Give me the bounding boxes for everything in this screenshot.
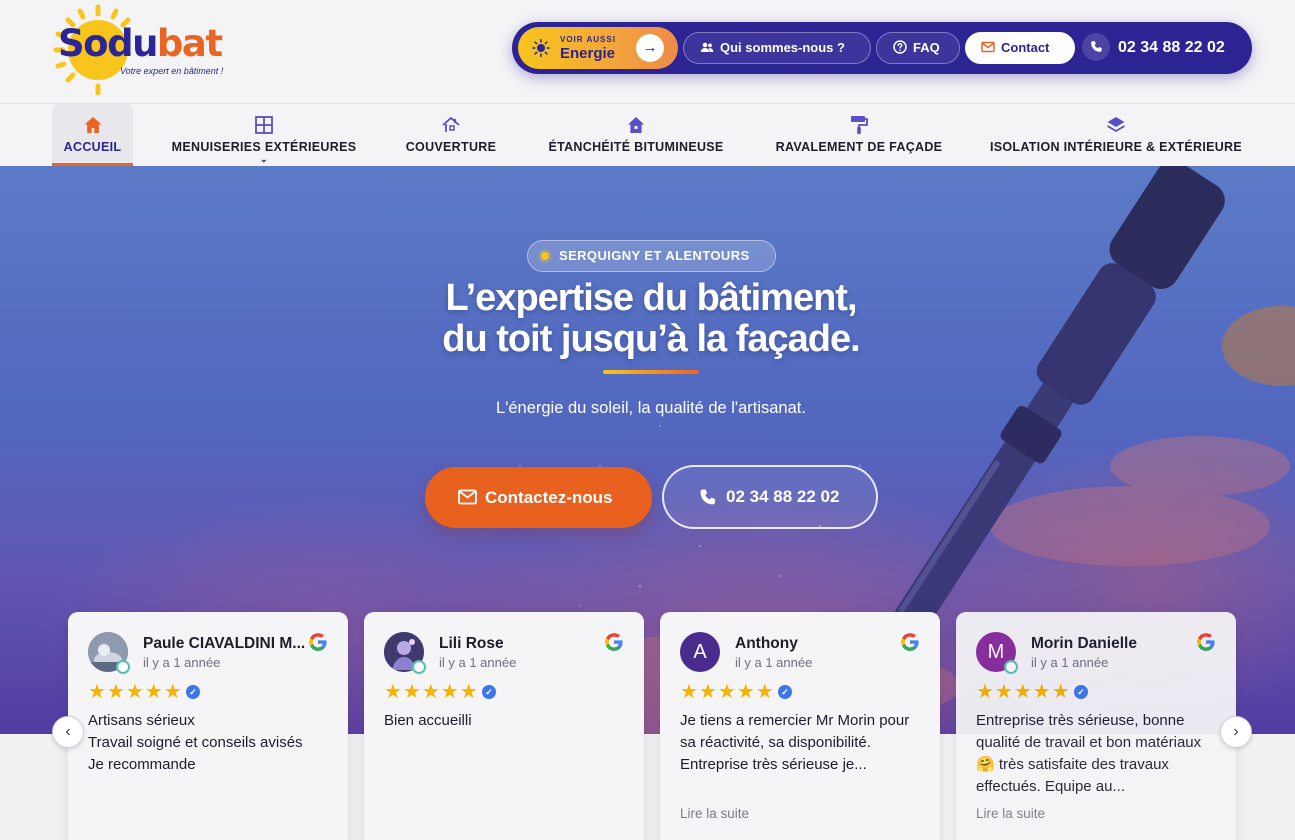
review-text: Entreprise très sérieuse, bonne qualité … [976, 712, 1202, 795]
energy-link-button[interactable]: VOIR AUSSI Energie → [518, 27, 678, 69]
contact-us-label: Contactez-nous [485, 488, 613, 507]
nav-item-menuiseries[interactable]: MENUISERIES EXTÉRIEURES ⌄ [168, 104, 360, 166]
arrow-right-icon: → [636, 34, 664, 62]
reviewer-name: Anthony [735, 635, 798, 652]
google-icon [901, 633, 919, 651]
review-time: il y a 1 année [439, 655, 517, 670]
roof-icon [442, 116, 460, 132]
nav-item-isolation[interactable]: ISOLATION INTÉRIEURE & EXTÉRIEURE [987, 104, 1245, 166]
read-more-link[interactable]: Lire la suite [680, 806, 749, 821]
avatar-letter: M [987, 641, 1005, 663]
nav-item-etancheite[interactable]: ÉTANCHÉITÉ BITUMINEUSE [543, 104, 729, 166]
review-card[interactable]: M Morin Danielle il y a 1 année ★★★★★ ✓ … [956, 612, 1236, 840]
google-icon [1197, 633, 1215, 651]
call-button[interactable]: 02 34 88 22 02 [662, 465, 878, 529]
window-icon [255, 116, 273, 134]
star-rating: ★★★★★ [88, 681, 183, 703]
energy-kicker: VOIR AUSSI [560, 35, 616, 44]
verified-check-icon: ✓ [482, 685, 496, 699]
google-icon [605, 633, 623, 651]
avatar: M [976, 632, 1018, 674]
review-text: Je tiens a remercier Mr Morin pour sa ré… [680, 712, 910, 773]
sun-icon [532, 39, 550, 57]
reviewer-name: Paule CIAVALDINI M... [143, 635, 306, 652]
avatar-letter: A [693, 641, 707, 663]
nav-item-ravalement[interactable]: RAVALEMENT DE FAÇADE [770, 104, 948, 166]
logo-wordmark: Sodubat [58, 22, 223, 65]
review-card[interactable]: Lili Rose il y a 1 année ★★★★★ ✓ Bien ac… [364, 612, 644, 840]
dot-icon [541, 252, 549, 260]
layers-icon [1107, 117, 1125, 133]
logo-tagline: Votre expert en bâtiment ! [120, 66, 224, 76]
people-icon [700, 42, 714, 52]
avatar: A [680, 632, 720, 672]
house-icon [628, 117, 644, 133]
verified-check-icon: ✓ [778, 685, 792, 699]
home-icon [84, 117, 101, 133]
title-underline [603, 370, 699, 374]
location-badge-text: SERQUIGNY ET ALENTOURS [559, 248, 750, 263]
main-navigation: ACCUEIL MENUISERIES EXTÉRIEURES ⌄ COUVER… [0, 104, 1295, 166]
google-icon [309, 633, 327, 651]
chevron-left-icon: ‹ [65, 723, 71, 740]
verified-user-icon [1004, 660, 1018, 674]
hero-title-line2: du toit jusqu’à la façade. [442, 318, 860, 360]
header-phone-link[interactable]: 02 34 88 22 02 [1082, 32, 1225, 64]
review-card[interactable]: A Anthony il y a 1 année ★★★★★ ✓ Je tien… [660, 612, 940, 840]
hero-title: L’expertise du bâtiment, du toit jusqu’à… [300, 278, 1002, 360]
hero-subtitle: L'énergie du soleil, la qualité de l'art… [496, 399, 806, 417]
phone-icon [1082, 32, 1110, 61]
location-badge: SERQUIGNY ET ALENTOURS [527, 240, 776, 272]
faq-button[interactable]: FAQ [876, 32, 960, 64]
logo[interactable]: Sodubat Votre expert en bâtiment ! [50, 4, 240, 96]
review-text: Artisans sérieux Travail soigné et conse… [88, 712, 303, 773]
energy-label: Energie [560, 45, 616, 62]
top-action-bar: VOIR AUSSI Energie → Qui sommes-nous ? F… [512, 22, 1252, 74]
verified-user-icon [116, 660, 130, 674]
review-time: il y a 1 année [143, 655, 221, 670]
site-header: Sodubat Votre expert en bâtiment ! VOIR … [0, 0, 1295, 104]
contact-us-button[interactable]: Contactez-nous [425, 467, 652, 528]
contact-button[interactable]: Contact [965, 32, 1075, 64]
about-label: Qui sommes-nous ? [720, 40, 845, 55]
paint-roller-icon [851, 116, 868, 134]
mail-icon [981, 41, 995, 53]
about-button[interactable]: Qui sommes-nous ? [683, 32, 871, 64]
reviewer-name: Lili Rose [439, 635, 504, 652]
nav-item-couverture[interactable]: COUVERTURE [400, 104, 502, 166]
review-text: Bien accueilli [384, 712, 472, 729]
review-time: il y a 1 année [735, 655, 813, 670]
call-button-label: 02 34 88 22 02 [726, 487, 840, 506]
avatar [384, 632, 426, 674]
review-card[interactable]: Paule CIAVALDINI M... il y a 1 année ★★★… [68, 612, 348, 840]
carousel-next-button[interactable]: › [1220, 716, 1252, 748]
nav-item-accueil[interactable]: ACCUEIL [52, 104, 133, 166]
help-circle-icon [893, 40, 907, 54]
hero-title-line1: L’expertise du bâtiment, [445, 277, 858, 319]
verified-check-icon: ✓ [186, 685, 200, 699]
avatar [88, 632, 130, 674]
star-rating: ★★★★★ [680, 681, 775, 703]
phone-icon [700, 489, 716, 505]
reviewer-name: Morin Danielle [1031, 635, 1137, 652]
read-more-link[interactable]: Lire la suite [976, 806, 1045, 821]
verified-user-icon [412, 660, 426, 674]
contact-label: Contact [1001, 40, 1050, 55]
chevron-right-icon: › [1233, 723, 1239, 740]
faq-label: FAQ [913, 40, 940, 55]
verified-check-icon: ✓ [1074, 685, 1088, 699]
review-time: il y a 1 année [1031, 655, 1109, 670]
star-rating: ★★★★★ [384, 681, 479, 703]
chevron-down-icon[interactable]: ⌄ [260, 154, 268, 165]
header-phone-number: 02 34 88 22 02 [1118, 39, 1225, 56]
mail-icon [458, 489, 477, 505]
star-rating: ★★★★★ [976, 681, 1071, 703]
carousel-prev-button[interactable]: ‹ [52, 716, 84, 748]
